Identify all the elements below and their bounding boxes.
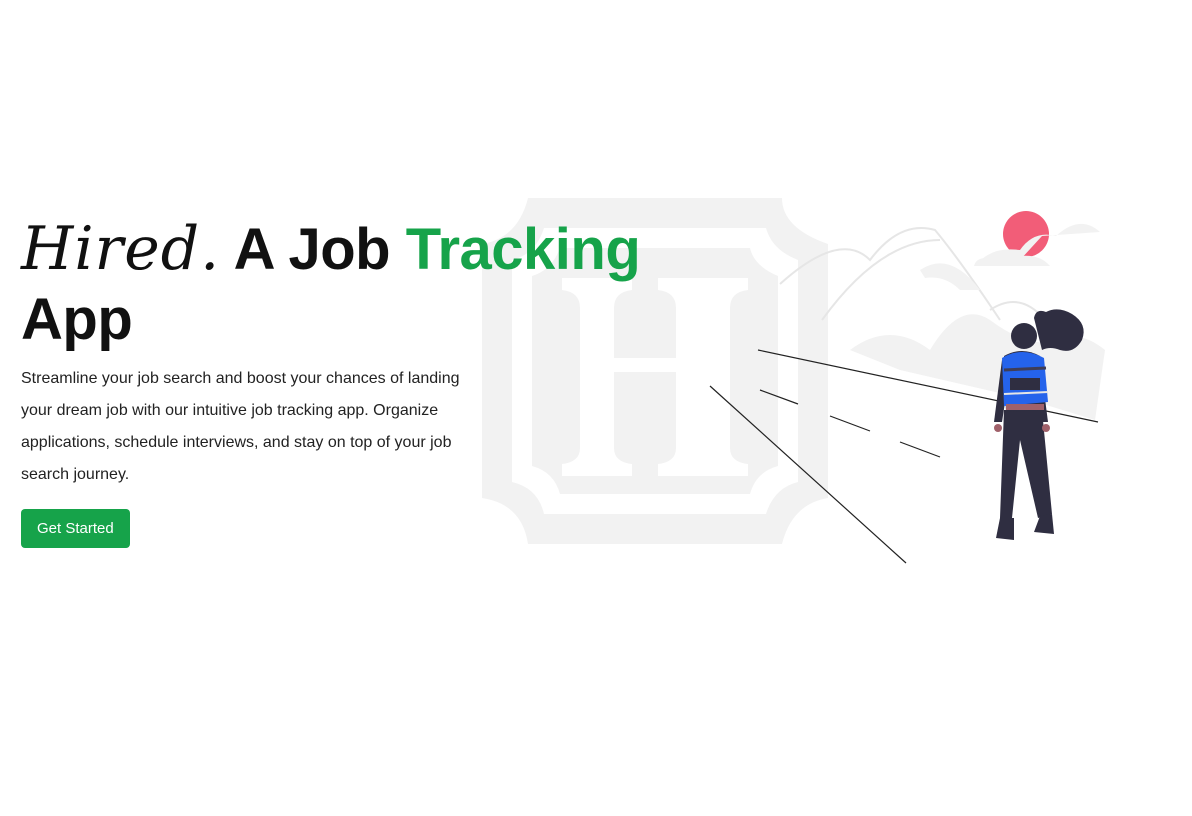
brand-logo-text: Hired. [21,214,221,284]
hero-headline: Hired. A Job Tracking App [21,214,701,355]
hero-description: Streamline your job search and boost you… [21,370,460,483]
get-started-button[interactable]: Get Started [21,509,130,548]
traveler-woman-illustration [709,211,1105,564]
landing-page: Hired. A Job Tracking App Streamline you… [0,0,1192,816]
headline-accent-text: Tracking [405,217,641,282]
headline-text: A Job [220,217,406,282]
hero-section: Hired. A Job Tracking App Streamline you… [21,214,701,548]
headline-text-line2: App [21,287,133,352]
